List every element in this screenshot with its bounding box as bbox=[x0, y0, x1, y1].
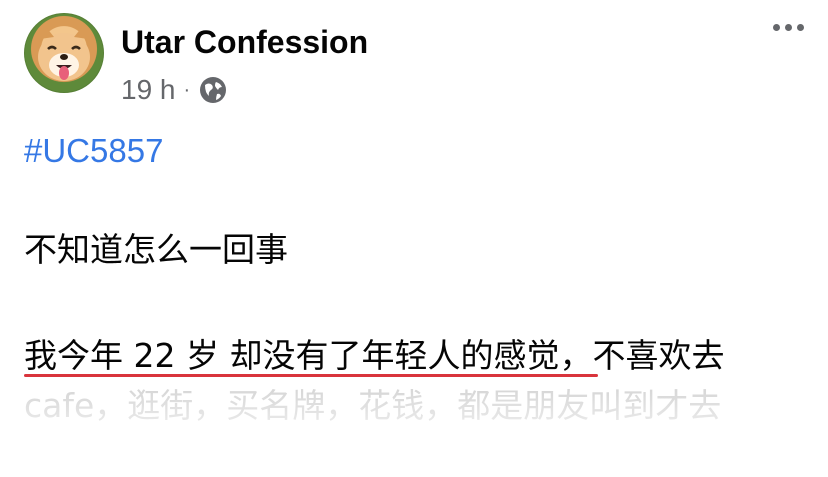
more-dot bbox=[773, 24, 780, 31]
post-text-line: 我今年 22 岁 却没有了年轻人的感觉，不喜欢去 bbox=[24, 336, 725, 375]
highlight-underline bbox=[24, 374, 598, 377]
shiba-face-icon bbox=[38, 27, 90, 81]
post-timestamp[interactable]: 19 h bbox=[121, 72, 176, 108]
more-dot bbox=[785, 24, 792, 31]
post-text-line: 不知道怎么一回事 bbox=[24, 230, 288, 269]
meta-separator: · bbox=[183, 79, 191, 101]
globe-icon[interactable] bbox=[198, 75, 228, 105]
more-dot bbox=[797, 24, 804, 31]
post-meta: 19 h · bbox=[121, 72, 228, 108]
page-avatar[interactable] bbox=[24, 13, 104, 93]
post-text-line-truncated: cafe，逛街，买名牌，花钱，都是朋友叫到才去 bbox=[24, 386, 722, 425]
more-options-icon[interactable] bbox=[773, 24, 804, 31]
post-author-name[interactable]: Utar Confession bbox=[121, 22, 368, 62]
post-hashtag-link[interactable]: #UC5857 bbox=[24, 130, 163, 172]
